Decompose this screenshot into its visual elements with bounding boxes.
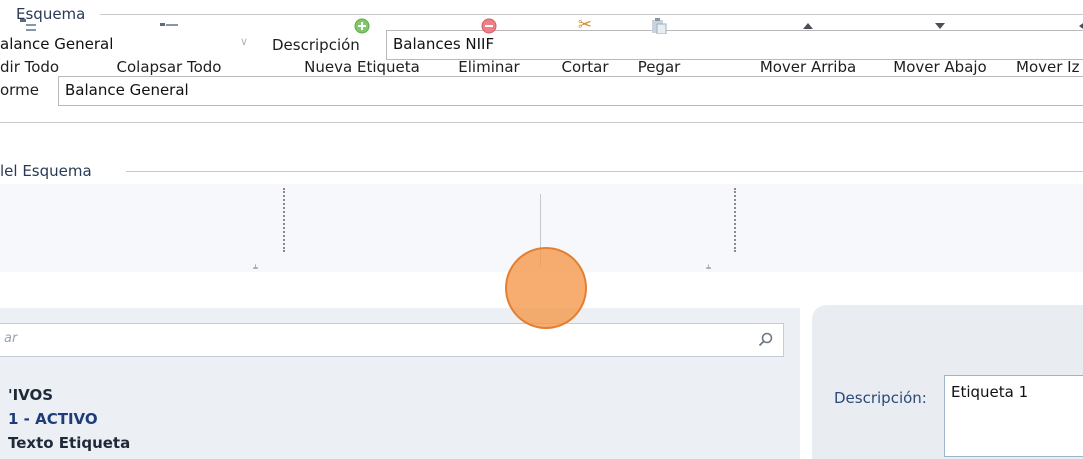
mover-abajo-label: Mover Abajo	[893, 58, 987, 76]
tree-item[interactable]: Texto Etiqueta	[8, 434, 130, 452]
search-icon[interactable]	[758, 332, 774, 348]
cortar-button[interactable]: ✂ Cortar	[550, 0, 620, 88]
expand-all-icon	[20, 19, 36, 31]
add-circle-icon	[354, 18, 370, 34]
arrow-down-icon	[935, 23, 945, 29]
pegar-label: Pegar	[637, 58, 681, 76]
toolbar-separator	[734, 188, 736, 252]
colapsar-todo-label: Colapsar Todo	[116, 58, 222, 76]
mover-abajo-button[interactable]: Mover Abajo	[874, 0, 1006, 88]
tree-item[interactable]: 1 - ACTIVO	[8, 410, 98, 428]
toolbar-separator	[283, 188, 285, 252]
overflow-arrow-icon[interactable]: ⫨	[253, 262, 258, 272]
arrow-up-icon	[803, 23, 813, 29]
mover-izquierda-label: Mover Iz	[1016, 58, 1080, 76]
colapsar-todo-button[interactable]: Colapsar Todo	[100, 0, 238, 88]
esquema-group-bottom	[0, 122, 1083, 123]
detail-descripcion-field[interactable]: Etiqueta 1	[944, 375, 1083, 457]
mover-izquierda-button[interactable]: Mover Iz	[1010, 0, 1083, 88]
eliminar-button[interactable]: Eliminar	[442, 0, 536, 88]
click-indicator	[505, 247, 587, 329]
search-placeholder: ar	[4, 331, 18, 346]
arrow-left-icon	[1079, 23, 1083, 29]
overflow-arrow-icon[interactable]: ⫨	[706, 262, 711, 272]
detail-descripcion-label: Descripción:	[834, 389, 927, 407]
nueva-etiqueta-label: Nueva Etiqueta	[304, 58, 420, 76]
expandir-todo-button[interactable]: dir Todo	[0, 0, 82, 88]
paste-icon	[652, 18, 667, 34]
pegar-button[interactable]: Pegar	[624, 0, 694, 88]
nueva-etiqueta-button[interactable]: Nueva Etiqueta	[292, 0, 432, 88]
chevron-down-icon[interactable]: ∨	[240, 35, 248, 48]
expandir-todo-label: dir Todo	[0, 58, 60, 76]
mover-arriba-button[interactable]: Mover Arriba	[746, 0, 870, 88]
remove-circle-icon	[481, 18, 497, 34]
eliminar-label: Eliminar	[458, 58, 520, 76]
detalle-legend: lel Esquema	[0, 162, 96, 180]
mover-arriba-label: Mover Arriba	[759, 58, 857, 76]
scissors-icon: ✂	[577, 15, 593, 35]
detalle-group-border	[126, 171, 1083, 172]
collapse-all-icon	[160, 23, 178, 26]
cortar-label: Cortar	[561, 58, 609, 76]
search-box[interactable]: ar	[0, 323, 784, 357]
tree-item[interactable]: 'IVOS	[8, 386, 53, 404]
